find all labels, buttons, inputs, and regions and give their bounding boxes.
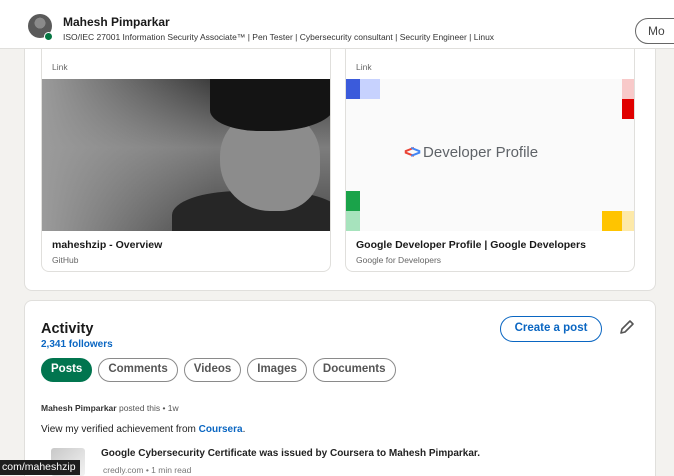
- graphic-text: Developer Profile: [423, 144, 539, 161]
- card-type-label: Link: [52, 62, 68, 72]
- profile-name: Mahesh Pimparkar: [63, 15, 170, 29]
- developer-brackets-icon: <>: [404, 142, 421, 162]
- filter-comments[interactable]: Comments: [98, 358, 178, 382]
- attachment-title[interactable]: Google Cybersecurity Certificate was iss…: [101, 448, 480, 459]
- activity-title: Activity: [41, 321, 94, 337]
- profile-headline: ISO/IEC 27001 Information Security Assoc…: [63, 32, 495, 42]
- profile-sticky-header: Mahesh Pimparkar ISO/IEC 27001 Informati…: [0, 0, 674, 49]
- link-status-bar: com/maheshzip: [0, 460, 80, 475]
- post-time: posted this • 1w: [118, 403, 179, 413]
- featured-section: Link maheshzip - Overview GitHub Link <>…: [24, 48, 656, 291]
- attachment-source: credly.com • 1 min read: [103, 465, 192, 475]
- card-title[interactable]: Google Developer Profile | Google Develo…: [356, 239, 586, 251]
- activity-filter-tabs: Posts Comments Videos Images Documents: [41, 358, 396, 382]
- online-status-icon: [44, 32, 53, 41]
- coursera-link[interactable]: Coursera: [199, 424, 243, 435]
- filter-videos[interactable]: Videos: [183, 358, 242, 382]
- card-type-label: Link: [356, 62, 372, 72]
- edit-pencil-icon[interactable]: [618, 318, 636, 336]
- filter-images[interactable]: Images: [247, 358, 307, 382]
- filter-documents[interactable]: Documents: [312, 358, 396, 382]
- card-title[interactable]: maheshzip - Overview: [52, 239, 162, 251]
- filter-posts[interactable]: Posts: [41, 358, 93, 382]
- card-source: Google for Developers: [356, 255, 442, 265]
- followers-count[interactable]: 2,341 followers: [41, 339, 113, 350]
- card-source: GitHub: [52, 255, 79, 265]
- post-text: View my verified achievement from Course…: [41, 424, 245, 435]
- post-text-prefix: View my verified achievement from: [41, 424, 199, 435]
- create-post-button[interactable]: Create a post: [500, 316, 602, 342]
- post-author[interactable]: Mahesh Pimparkar: [41, 403, 117, 413]
- featured-card-github[interactable]: Link maheshzip - Overview GitHub: [41, 48, 331, 272]
- developer-profile-graphic: <> Developer Profile: [346, 79, 634, 231]
- post-meta: Mahesh Pimparkar posted this • 1w: [41, 403, 179, 413]
- more-button[interactable]: Mo: [635, 18, 674, 44]
- post-text-suffix: .: [242, 424, 246, 435]
- activity-section: Activity 2,341 followers Create a post P…: [24, 300, 656, 476]
- featured-card-google-dev[interactable]: Link <> Developer Profile Google Develop…: [345, 48, 635, 272]
- profile-photo-image: [42, 79, 330, 231]
